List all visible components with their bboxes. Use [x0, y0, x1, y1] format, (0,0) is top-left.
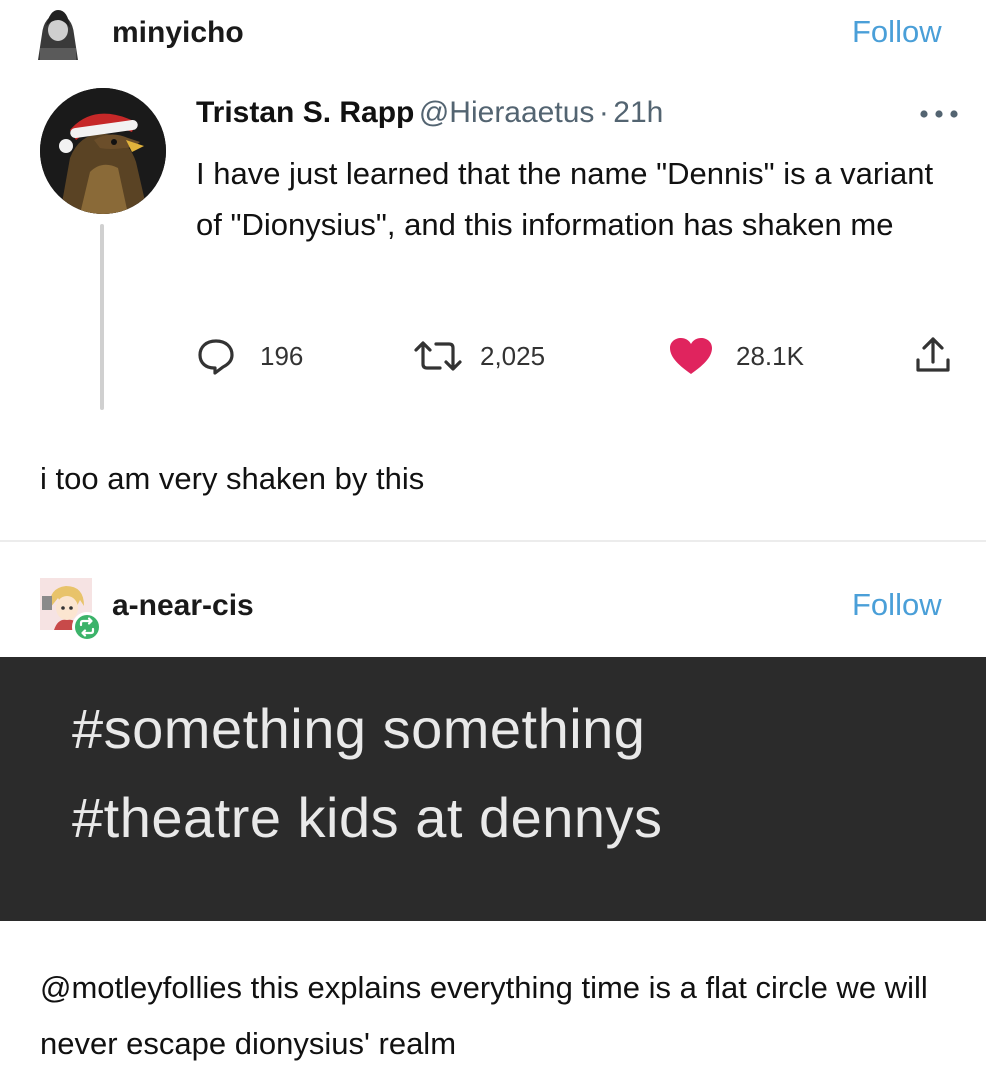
like-button[interactable] [668, 336, 714, 376]
post-comment: i too am very shaken by this [40, 461, 425, 496]
more-button[interactable] [918, 104, 960, 129]
share-icon [916, 337, 950, 372]
retweet-count: 2,025 [480, 341, 546, 371]
share-button[interactable] [912, 334, 954, 376]
tweet-time[interactable]: 21h [613, 96, 663, 129]
user-mention[interactable]: @motleyfollies [40, 970, 242, 1005]
tag-line-2: #theatre kids at dennys [72, 786, 663, 849]
eagle-avatar-icon [40, 88, 166, 214]
retweet-button[interactable] [412, 338, 464, 374]
user-avatar[interactable] [30, 4, 86, 60]
reblog-badge [72, 612, 102, 642]
follow-button-2[interactable]: Follow [852, 589, 942, 620]
more-dots-icon [920, 110, 958, 118]
reblogger-username[interactable]: a-near-cis [112, 591, 254, 621]
tweet-handle[interactable]: @Hieraaetus [419, 96, 595, 129]
like-count: 28.1K [736, 341, 804, 371]
reply-button[interactable] [196, 336, 236, 376]
follow-button[interactable]: Follow [852, 16, 942, 47]
thread-line [100, 224, 104, 410]
reblog-icon [79, 617, 95, 637]
reply-count: 196 [260, 341, 304, 371]
reply-comment: @motleyfollies this explains everything … [40, 960, 960, 1072]
tweet-separator: · [598, 96, 609, 129]
tweet-author[interactable]: Tristan S. Rapp [196, 96, 414, 129]
user-avatar-icon [30, 4, 86, 60]
tag-line-1: #something something [72, 697, 646, 760]
tweet-text: I have just learned that the name "Denni… [196, 156, 934, 242]
heart-icon [670, 338, 712, 374]
reply-icon [198, 339, 234, 375]
tweet-header: Tristan S. Rapp @Hieraaetus · 21h [196, 96, 663, 130]
retweet-icon [414, 341, 462, 371]
post-divider [0, 540, 986, 542]
tweet-avatar[interactable] [40, 88, 166, 214]
post-username[interactable]: minyicho [112, 18, 244, 48]
